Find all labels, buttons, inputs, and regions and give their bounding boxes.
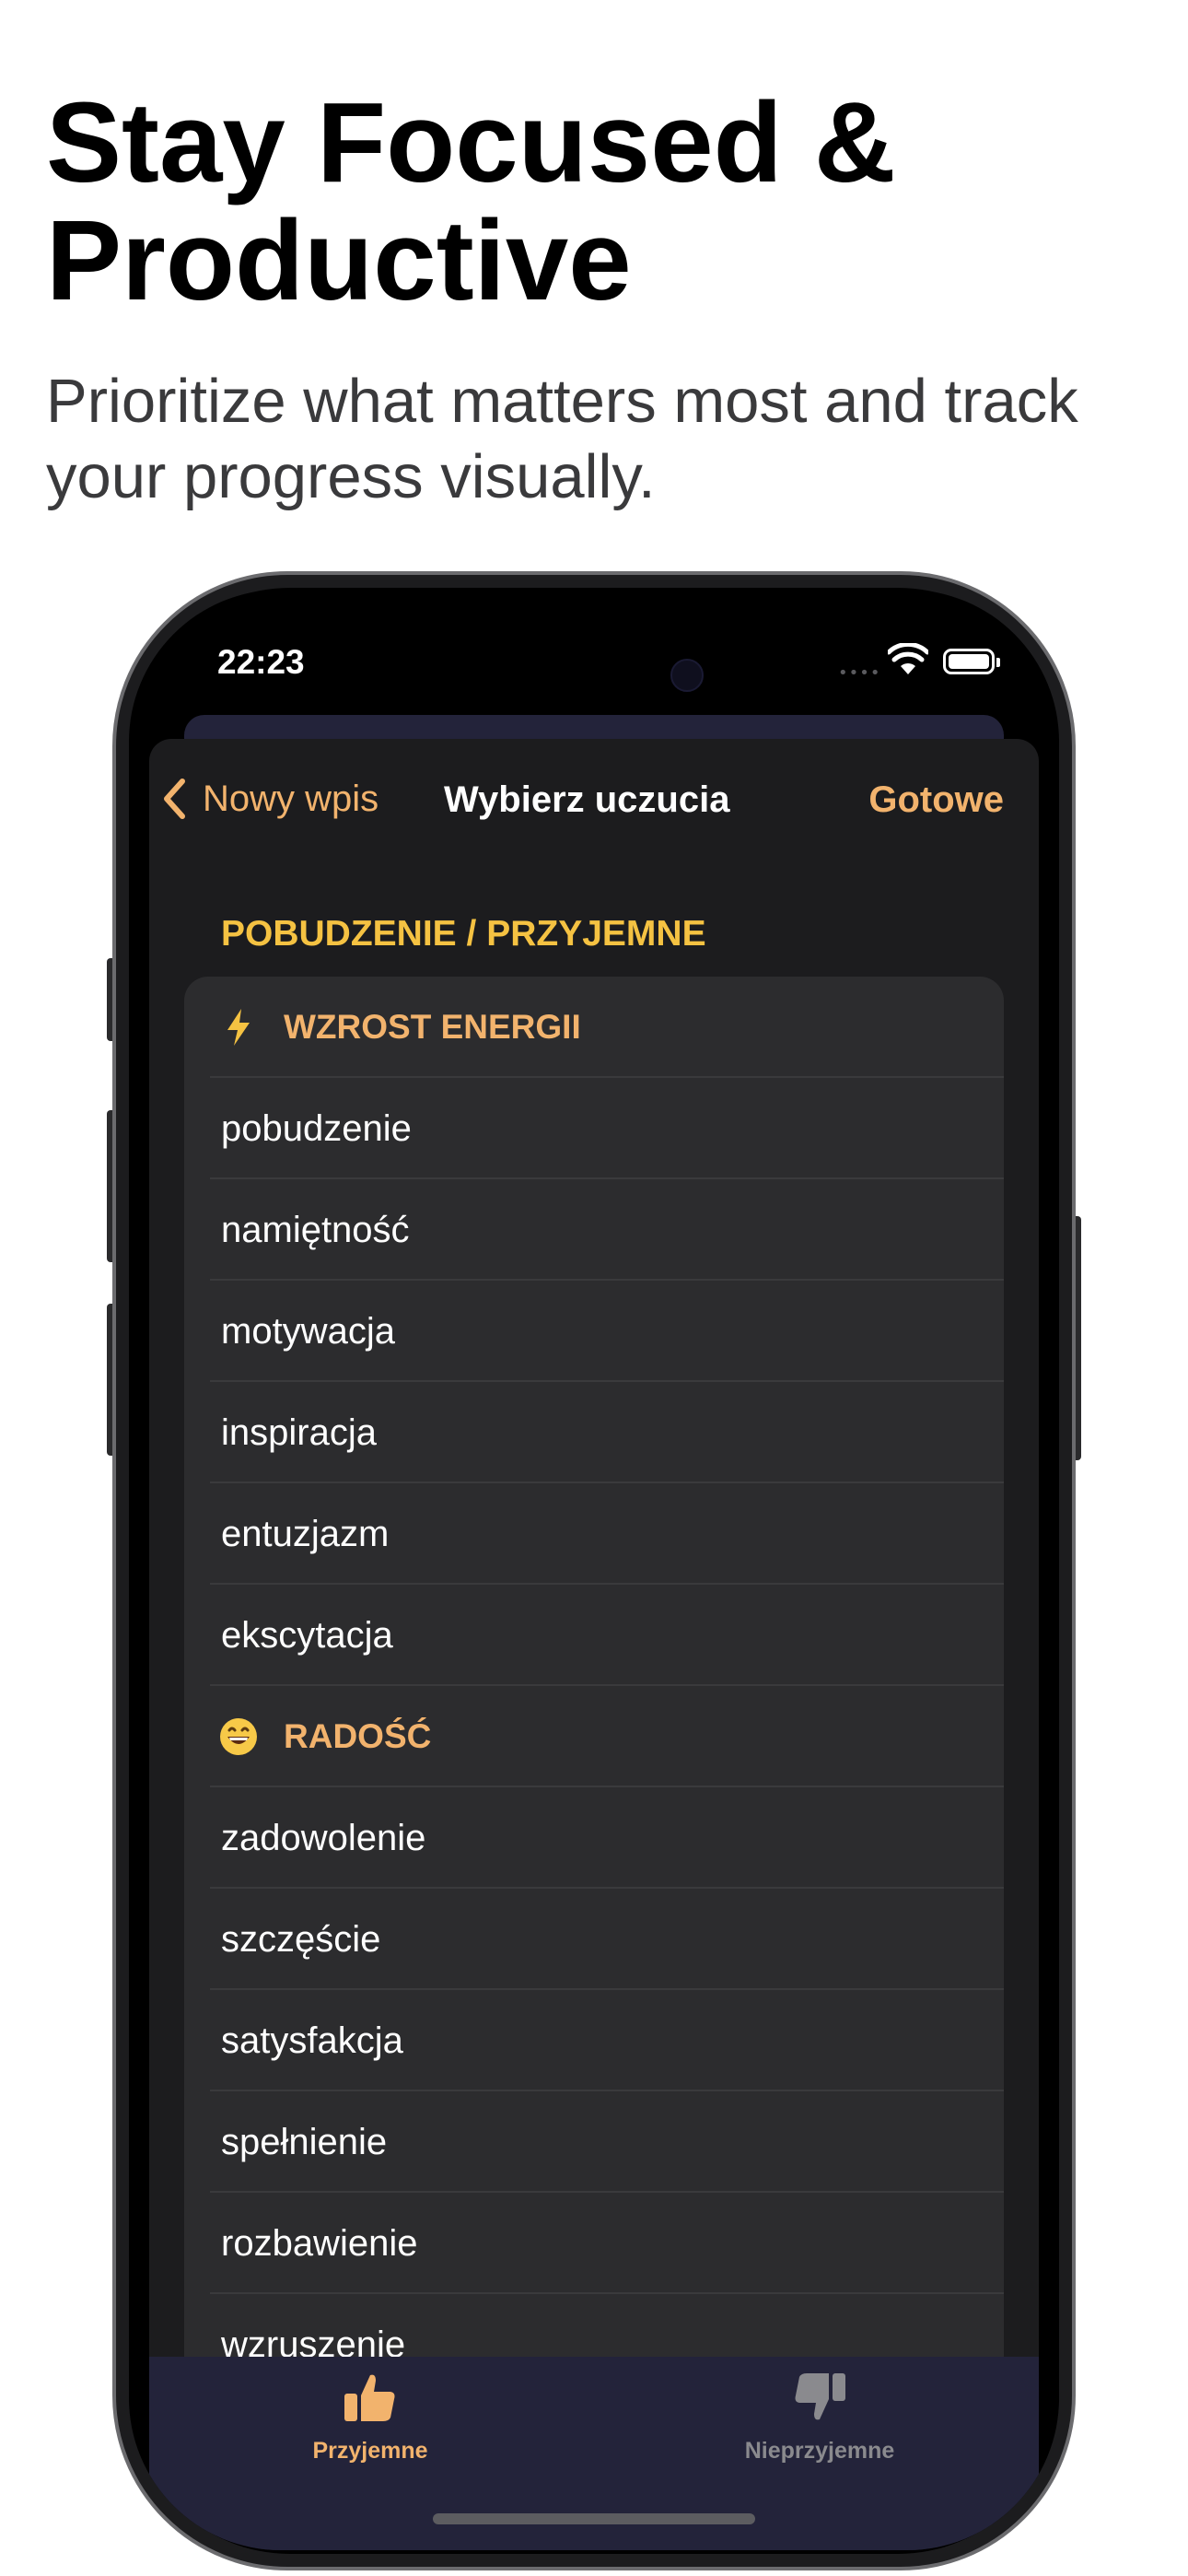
list-item[interactable]: motywacja	[184, 1281, 1004, 1382]
back-button[interactable]: Nowy wpis	[162, 778, 379, 820]
promo-subline: Prioritize what matters most and track y…	[46, 367, 1078, 511]
list-item[interactable]: inspiracja	[184, 1382, 1004, 1483]
grinning-face-icon	[215, 1716, 262, 1757]
wifi-icon	[888, 643, 928, 674]
thumbs-up-icon	[344, 2374, 395, 2421]
cellular-signal-icon: ••••	[838, 663, 881, 683]
tab-label: Nieprzyjemne	[744, 2438, 895, 2464]
list-item[interactable]: namiętność	[184, 1179, 1004, 1281]
list-item[interactable]: satysfakcja	[184, 1990, 1004, 2091]
tab-label: Przyjemne	[312, 2438, 428, 2464]
phone-screen: 22:23 •••• Nowy wpis Wybierz uczucia Got…	[129, 590, 1059, 2550]
list-item[interactable]: pobudzenie	[184, 1078, 1004, 1179]
group-header-energy: WZROST ENERGII	[184, 977, 1004, 1078]
chevron-left-icon	[164, 779, 185, 819]
feelings-sheet: Nowy wpis Wybierz uczucia Gotowe POBUDZE…	[149, 739, 1039, 2550]
list-item[interactable]: rozbawienie	[184, 2193, 1004, 2294]
status-time: 22:23	[217, 643, 305, 681]
back-button-label: Nowy wpis	[203, 778, 379, 819]
navigation-bar: Nowy wpis Wybierz uczucia Gotowe	[149, 739, 1039, 868]
list-item[interactable]: entuzjazm	[184, 1483, 1004, 1585]
group-label: WZROST ENERGII	[284, 1008, 581, 1046]
home-indicator[interactable]	[433, 2513, 755, 2524]
promo-headline: Stay Focused & Productive	[46, 80, 896, 324]
thumbs-down-icon	[795, 2373, 845, 2420]
feelings-list[interactable]: WZROST ENERGII pobudzenie namiętność mot…	[184, 977, 1004, 2395]
list-item[interactable]: zadowolenie	[184, 1787, 1004, 1889]
list-item[interactable]: spełnienie	[184, 2091, 1004, 2193]
battery-icon	[943, 649, 1000, 674]
tab-pleasant[interactable]: Przyjemne	[232, 2368, 508, 2465]
section-header: POBUDZENIE / PRZYJEMNE	[221, 914, 706, 954]
group-header-joy: RADOŚĆ	[184, 1686, 1004, 1787]
camera-icon	[670, 659, 704, 692]
done-button[interactable]: Gotowe	[868, 779, 1004, 821]
group-label: RADOŚĆ	[284, 1717, 432, 1755]
tab-unpleasant[interactable]: Nieprzyjemne	[681, 2368, 958, 2465]
list-item[interactable]: szczęście	[184, 1889, 1004, 1990]
list-item[interactable]: ekscytacja	[184, 1585, 1004, 1686]
lightning-icon	[215, 1007, 262, 1048]
page-title: Wybierz uczucia	[444, 779, 730, 820]
